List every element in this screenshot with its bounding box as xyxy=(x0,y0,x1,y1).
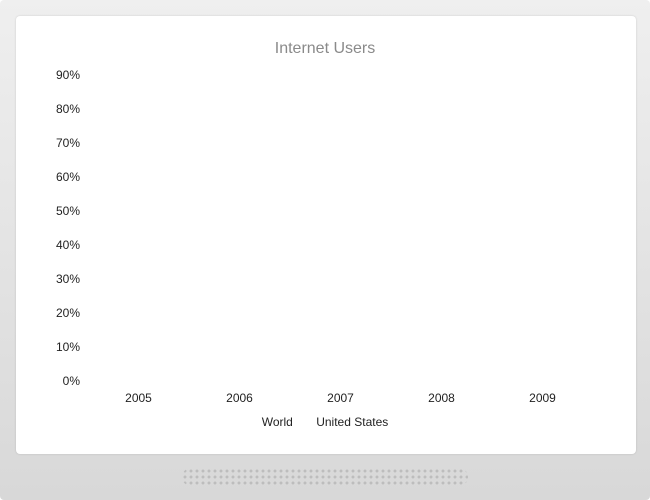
chart-window-frame: Internet Users 0% 10% 20% 30% 40% 50% 60% 70% 80… xyxy=(0,0,650,500)
y-tick-label: 70% xyxy=(56,136,80,150)
y-tick-label: 10% xyxy=(56,340,80,354)
y-tick-label: 20% xyxy=(56,306,80,320)
x-tick-label: 2005 xyxy=(125,391,152,405)
legend-item-world[interactable]: World xyxy=(262,415,293,429)
x-tick-label: 2007 xyxy=(327,391,354,405)
y-tick-label: 60% xyxy=(56,170,80,184)
x-tick-label: 2009 xyxy=(529,391,556,405)
x-tick-label: 2006 xyxy=(226,391,253,405)
y-axis: 0% 10% 20% 30% 40% 50% 60% 70% 80% 90% xyxy=(56,68,80,388)
y-tick-label: 40% xyxy=(56,238,80,252)
y-tick-label: 90% xyxy=(56,68,80,82)
y-tick-label: 30% xyxy=(56,272,80,286)
legend-item-united-states[interactable]: United States xyxy=(316,415,388,429)
y-tick-label: 80% xyxy=(56,102,80,116)
legend: World United States xyxy=(0,415,650,429)
resize-grip[interactable] xyxy=(182,468,468,486)
x-tick-label: 2008 xyxy=(428,391,455,405)
y-tick-label: 50% xyxy=(56,204,80,218)
y-tick-label: 0% xyxy=(63,374,81,388)
x-axis: 2005 2006 2007 2008 2009 xyxy=(125,391,556,405)
